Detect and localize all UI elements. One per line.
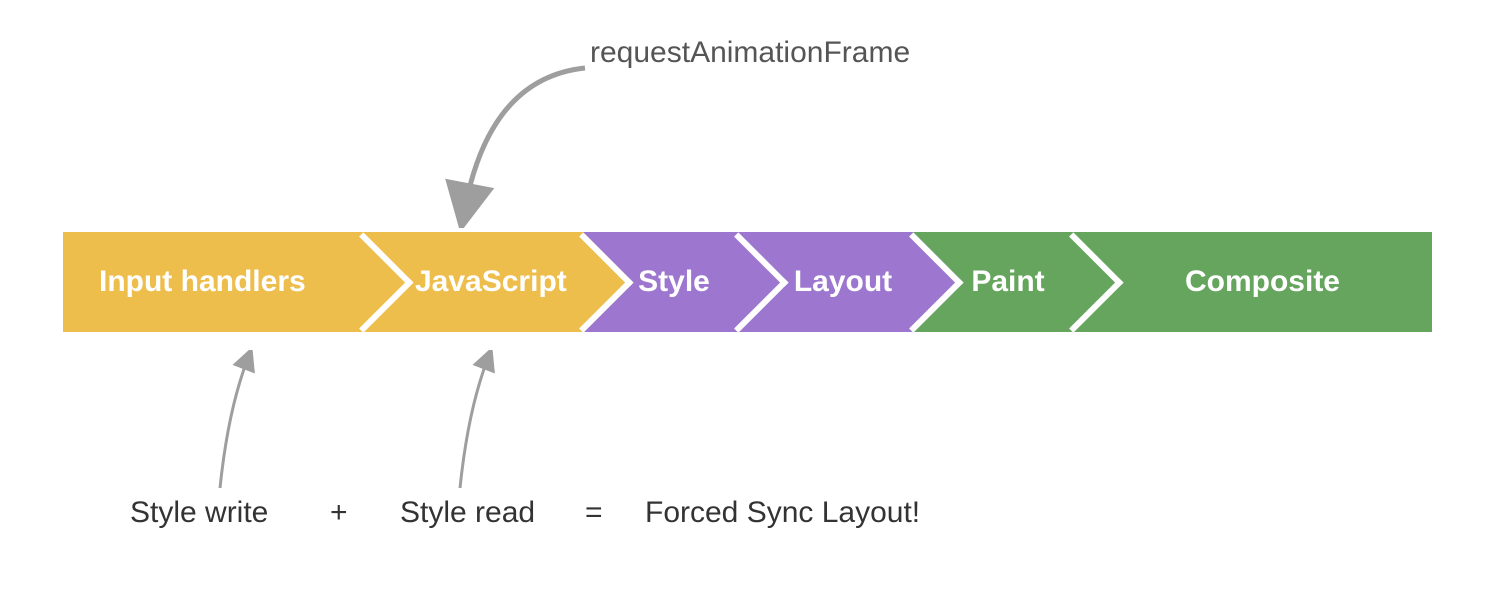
arrow-raf-to-js <box>430 58 590 228</box>
rendering-pipeline-diagram: requestAnimationFrame Input handlers Jav… <box>0 0 1496 605</box>
equation-left: Style write <box>130 496 268 530</box>
raf-label: requestAnimationFrame <box>590 36 910 70</box>
stage-label: Input handlers <box>63 232 399 332</box>
stage-label: Style <box>599 232 749 332</box>
arrow-stylewrite-to-inputhandlers <box>210 350 290 490</box>
equation-equals: = <box>585 496 603 530</box>
stage-label: Layout <box>758 232 928 332</box>
arrow-styleread-to-javascript <box>450 350 530 490</box>
pipeline: Input handlers JavaScript Style Layout P… <box>63 232 1432 332</box>
equation-plus: + <box>330 496 348 530</box>
equation-result: Forced Sync Layout! <box>645 496 920 530</box>
stage-label: Paint <box>933 232 1083 332</box>
stage-label: Composite <box>1093 232 1432 332</box>
stage-label: JavaScript <box>363 232 635 332</box>
equation-right: Style read <box>400 496 535 530</box>
